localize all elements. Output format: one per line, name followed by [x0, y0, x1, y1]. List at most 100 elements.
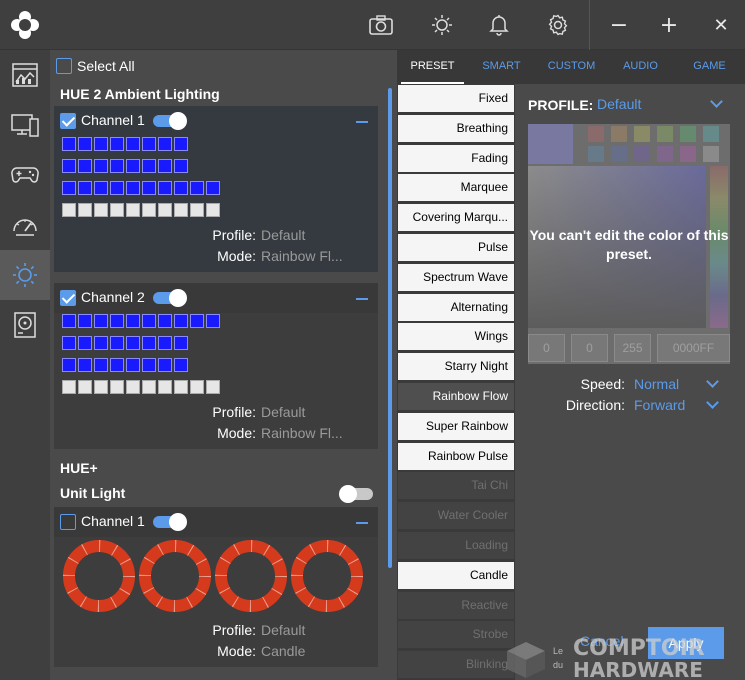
- sidebar-item-pc[interactable]: [0, 100, 50, 150]
- channel1-toggle[interactable]: [153, 112, 187, 130]
- profile-key: Profile:: [212, 227, 256, 243]
- led-grid: [62, 137, 220, 225]
- channel-header: Channel 1: [54, 106, 378, 136]
- hue2-channel2-card: Channel 2 Profile: Default Mode: Rainbow…: [54, 283, 378, 449]
- fan-rings: [62, 539, 364, 613]
- preset-item: Loading: [398, 532, 514, 559]
- app-logo-icon: [11, 11, 39, 39]
- swatch: [680, 146, 696, 162]
- tab-audio[interactable]: AUDIO: [609, 50, 672, 84]
- speed-label: Speed:: [580, 376, 625, 392]
- profile-value: Default: [261, 404, 306, 420]
- mode-key: Mode:: [217, 643, 256, 659]
- led-strip: [62, 181, 220, 195]
- title-bar: − + ✕: [0, 0, 745, 50]
- select-all-label: Select All: [77, 58, 135, 74]
- sidebar-item-storage[interactable]: [0, 300, 50, 350]
- unit-light-label: Unit Light: [60, 485, 126, 501]
- color-picker: You can't edit the color of this preset.…: [528, 124, 730, 364]
- hue2-channel1-card: Channel 1 Profile: Default Mode: Rainbow…: [54, 106, 378, 272]
- brightness-icon[interactable]: [413, 0, 471, 50]
- channel2-checkbox[interactable]: [60, 290, 76, 306]
- profile-key: Profile:: [212, 622, 256, 638]
- select-all-checkbox[interactable]: [56, 58, 72, 74]
- swatch: [657, 126, 673, 142]
- hueplus-channel1-checkbox[interactable]: [60, 514, 76, 530]
- preset-item[interactable]: Rainbow Flow: [398, 383, 514, 410]
- profile-label: PROFILE:: [528, 97, 594, 113]
- collapse-icon[interactable]: [356, 121, 368, 123]
- direction-dropdown-value[interactable]: Forward: [634, 397, 685, 413]
- mode-value: Rainbow Fl...: [261, 248, 343, 264]
- sidebar-item-lighting[interactable]: [0, 250, 50, 300]
- hue2-section-title: HUE 2 Ambient Lighting: [60, 86, 220, 102]
- tab-custom[interactable]: CUSTOM: [540, 50, 603, 84]
- preset-item[interactable]: Super Rainbow: [398, 412, 514, 440]
- preset-item[interactable]: Covering Marqu...: [398, 204, 514, 232]
- gear-icon[interactable]: [529, 0, 587, 50]
- hueplus-channel1-label: Channel 1: [81, 513, 145, 529]
- sidebar-item-gaming[interactable]: [0, 150, 50, 200]
- led-strip: [62, 314, 220, 328]
- preset-list: Fixed Breathing Fading Marquee Covering Marq…: [397, 84, 515, 680]
- camera-icon[interactable]: [352, 0, 410, 50]
- tab-game[interactable]: GAME: [678, 50, 741, 84]
- hex-input[interactable]: 0000FF: [657, 334, 730, 362]
- preset-item[interactable]: Rainbow Pulse: [398, 442, 514, 470]
- select-all-row[interactable]: Select All: [56, 58, 135, 74]
- preset-item[interactable]: Starry Night: [398, 353, 514, 381]
- watermark-text: Le: [553, 646, 564, 656]
- preset-item[interactable]: Pulse: [398, 234, 514, 261]
- preset-item[interactable]: Spectrum Wave: [398, 263, 514, 291]
- preset-item[interactable]: Wings: [398, 323, 514, 351]
- chevron-down-icon[interactable]: [706, 375, 719, 388]
- sidebar-item-dashboard[interactable]: [0, 50, 50, 100]
- bell-icon[interactable]: [470, 0, 528, 50]
- led-strip: [62, 336, 220, 350]
- unit-light-toggle[interactable]: [339, 485, 373, 503]
- speed-dropdown-value[interactable]: Normal: [634, 376, 679, 392]
- green-input[interactable]: 0: [571, 334, 608, 362]
- preset-item: Blinking: [398, 651, 514, 679]
- preset-item[interactable]: Fading: [398, 144, 514, 172]
- blue-input[interactable]: 255: [614, 334, 651, 362]
- swatch: [634, 126, 650, 142]
- preset-item[interactable]: Candle: [398, 561, 514, 589]
- hueplus-section-title: HUE+: [60, 460, 98, 476]
- hueplus-channel1-toggle[interactable]: [153, 513, 187, 531]
- lighting-tabs: PRESET SMART CUSTOM AUDIO GAME: [397, 50, 745, 84]
- chevron-down-icon[interactable]: [710, 95, 723, 108]
- tab-preset[interactable]: PRESET: [401, 50, 464, 84]
- lighting-icon: [13, 263, 37, 287]
- preset-item[interactable]: Breathing: [398, 114, 514, 142]
- maximize-button[interactable]: +: [640, 0, 698, 50]
- device-panel-scrollbar[interactable]: [388, 88, 392, 568]
- preset-item[interactable]: Fixed: [398, 85, 514, 112]
- preset-item: Reactive: [398, 591, 514, 619]
- collapse-icon[interactable]: [356, 522, 368, 524]
- swatch: [588, 126, 604, 142]
- collapse-icon[interactable]: [356, 298, 368, 300]
- swatch: [588, 146, 604, 162]
- swatch: [657, 146, 673, 162]
- channel2-toggle[interactable]: [153, 289, 187, 307]
- profile-dropdown-value[interactable]: Default: [597, 96, 641, 112]
- sidebar: [0, 50, 50, 680]
- chevron-down-icon[interactable]: [706, 396, 719, 409]
- led-strip: [62, 159, 220, 173]
- swatch-current: [528, 124, 573, 164]
- sidebar-item-performance[interactable]: [0, 200, 50, 250]
- preset-item[interactable]: Marquee: [398, 174, 514, 202]
- tab-smart[interactable]: SMART: [470, 50, 533, 84]
- profile-value: Default: [261, 227, 306, 243]
- channel1-checkbox[interactable]: [60, 113, 76, 129]
- fan-ring-icon: [291, 540, 363, 612]
- close-button[interactable]: ✕: [692, 0, 745, 50]
- pc-icon: [11, 114, 39, 137]
- gamepad-icon: [11, 167, 39, 183]
- red-input[interactable]: 0: [528, 334, 565, 362]
- watermark-logo: Le du COMPTOIR HARDWARE: [505, 636, 705, 680]
- preset-item[interactable]: Alternating: [398, 293, 514, 321]
- mode-value: Rainbow Fl...: [261, 425, 343, 441]
- preset-item: Strobe: [398, 621, 514, 649]
